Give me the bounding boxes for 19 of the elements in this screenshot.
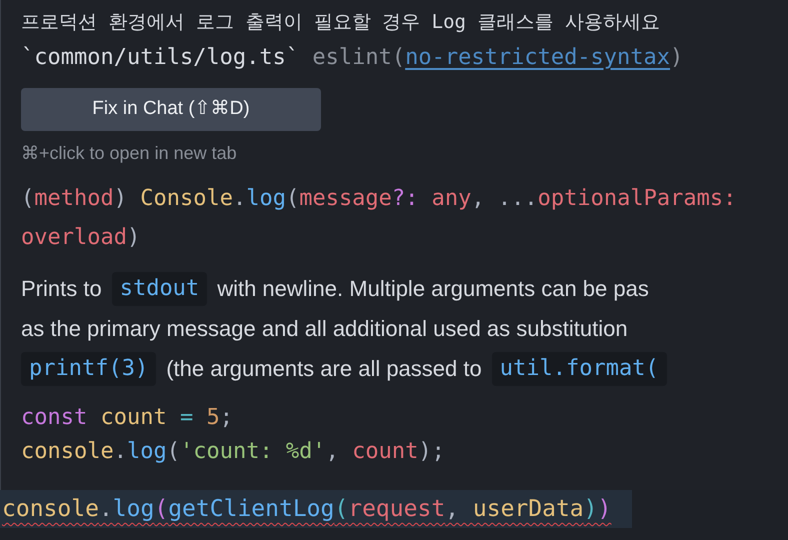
description-text: Prints to: [21, 275, 102, 303]
rule-link[interactable]: no-restricted-syntax: [405, 40, 670, 76]
inline-code: util.format(: [492, 352, 667, 386]
method-signature: (method) Console.log(message?: any, ...optionalParams:: [21, 185, 738, 213]
code-example-line: const count = 5;: [21, 404, 234, 432]
lint-source-close: ): [670, 44, 684, 72]
file-path: `common/utils/log.ts`: [21, 44, 300, 72]
description-text: (the arguments are all passed to: [166, 355, 482, 383]
description-text: as the primary message and all additional used as substitution: [21, 315, 628, 343]
inline-code: printf(3): [21, 352, 156, 386]
description-text: with newline. Multiple arguments can be pas: [217, 275, 649, 303]
hint-text: ⌘+click to open in new tab: [21, 142, 238, 165]
code-line: console.log(getClientLog(request, userData)): [1, 494, 612, 524]
fix-in-chat-button[interactable]: Fix in Chat (⇧⌘D): [21, 88, 321, 131]
inline-code: stdout: [112, 272, 208, 306]
lint-message: 프로덕션 환경에서 로그 출력이 필요할 경우 Log 클래스를 사용하세요: [21, 10, 661, 35]
lint-source: eslint(: [312, 44, 406, 72]
code-example-line: console.log('count: %d', count);: [21, 438, 446, 466]
method-signature: overload): [21, 224, 142, 252]
